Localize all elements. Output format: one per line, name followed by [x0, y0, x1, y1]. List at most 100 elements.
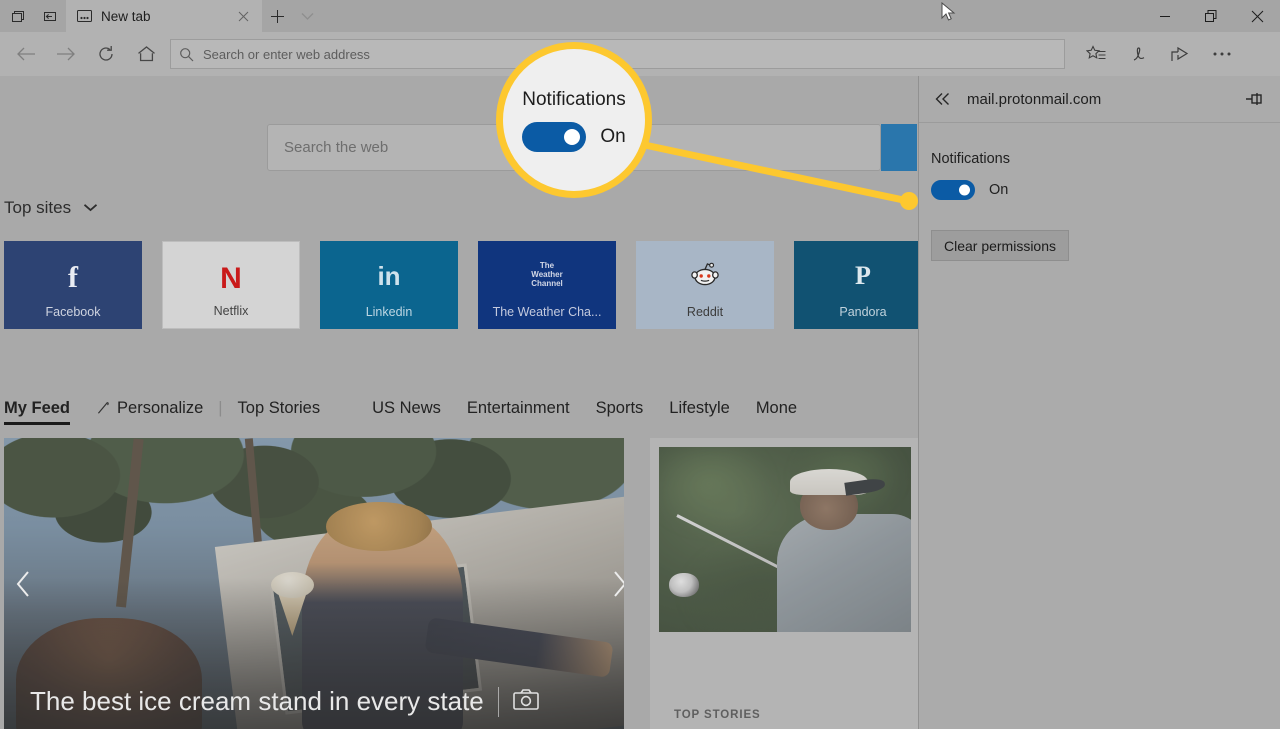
tile-reddit[interactable]: Reddit	[636, 241, 774, 329]
tile-pandora[interactable]: P Pandora	[794, 241, 932, 329]
title-bar: New tab	[0, 0, 1280, 32]
pandora-icon: P	[855, 261, 871, 290]
netflix-icon: N	[220, 262, 242, 295]
linkedin-icon: in	[377, 261, 401, 291]
tile-linkedin[interactable]: in Linkedin	[320, 241, 458, 329]
feed-personalize-label: Personalize	[117, 398, 204, 417]
feed-tab-my-feed[interactable]: My Feed	[0, 399, 83, 425]
ellipsis-icon	[1213, 52, 1231, 56]
feed-separator: |	[218, 398, 223, 417]
card-kicker: TOP STORIES	[674, 709, 761, 721]
weather-channel-icon: The Weather Channel	[531, 261, 563, 288]
newtab-icon	[76, 9, 93, 23]
close-icon[interactable]	[232, 5, 254, 27]
notifications-toggle[interactable]	[931, 180, 975, 200]
mouse-cursor	[941, 2, 956, 21]
close-button[interactable]	[1234, 0, 1280, 32]
tile-label: Pandora	[839, 305, 887, 319]
back-button[interactable]	[6, 36, 46, 72]
tab-new-tab[interactable]: New tab	[66, 0, 262, 32]
clear-permissions-label: Clear permissions	[943, 237, 1057, 254]
home-icon	[137, 46, 155, 62]
facebook-icon: f	[68, 261, 78, 294]
navigation-toolbar: Search or enter web address	[0, 32, 1280, 76]
hero-title-row: The best ice cream stand in every state	[30, 686, 584, 717]
divider	[497, 686, 499, 717]
hero-next-button[interactable]	[602, 557, 624, 611]
callout-label: Notifications	[522, 88, 626, 110]
search-icon	[180, 47, 194, 61]
tab-title: New tab	[101, 8, 151, 24]
minimize-button[interactable]	[1142, 0, 1188, 32]
feed-tab-sports[interactable]: Sports	[583, 399, 657, 418]
new-tab-button[interactable]	[262, 0, 292, 32]
minimize-icon	[1160, 16, 1170, 17]
feed-tab-money[interactable]: Mone	[743, 399, 810, 418]
tile-label: Linkedin	[365, 305, 413, 319]
toggle-knob	[959, 184, 970, 196]
forward-arrow-icon	[57, 47, 75, 61]
feed-tab-top-stories[interactable]: Top Stories	[225, 399, 334, 418]
tab-options-button[interactable]	[292, 0, 322, 32]
hero-prev-button[interactable]	[6, 557, 40, 611]
feed-tab-entertainment[interactable]: Entertainment	[454, 399, 583, 418]
pen-icon	[1133, 47, 1145, 61]
close-icon	[1251, 10, 1263, 22]
pin-icon	[1246, 93, 1262, 105]
feed-tab-lifestyle[interactable]: Lifestyle	[656, 399, 743, 418]
tile-the-weather-channel[interactable]: The Weather Channel The Weather Cha...	[478, 241, 616, 329]
pencil-icon	[97, 401, 109, 414]
window-drag-region	[322, 0, 1142, 32]
feed-tab-us-news[interactable]: US News	[359, 399, 454, 418]
toggle-knob	[564, 128, 581, 145]
tile-label: Facebook	[45, 305, 101, 319]
pane-body: Notifications On Clear permissions	[919, 123, 1280, 261]
callout-toggle-row: On	[522, 121, 626, 152]
permission-toggle-row: On	[931, 180, 1280, 200]
restore-icon	[1205, 10, 1217, 22]
set-tabs-aside-icon	[43, 12, 56, 21]
favorites-button[interactable]	[1075, 36, 1117, 72]
callout-state-label: On	[600, 125, 626, 147]
hero-title: The best ice cream stand in every state	[30, 686, 484, 716]
top-sites-header: Top sites	[4, 198, 98, 218]
top-sites-label: Top sites	[4, 198, 72, 217]
search-submit-button[interactable]	[881, 124, 917, 171]
more-button[interactable]	[1201, 36, 1243, 72]
golf-photo	[659, 447, 911, 632]
chevron-right-icon	[613, 570, 624, 597]
tile-label: Reddit	[686, 305, 724, 319]
pane-back-button[interactable]	[925, 82, 961, 116]
pane-url: mail.protonmail.com	[967, 90, 1102, 108]
top-sites-tiles: f Facebook N Netflix in Linkedin The Weat…	[4, 241, 932, 329]
tile-netflix[interactable]: N Netflix	[162, 241, 300, 329]
site-permissions-pane: mail.protonmail.com Notifications On Cle…	[918, 76, 1280, 729]
web-note-button[interactable]	[1117, 36, 1159, 72]
refresh-button[interactable]	[86, 36, 126, 72]
restore-button[interactable]	[1188, 0, 1234, 32]
search-placeholder: Search the web	[284, 139, 389, 156]
tile-label: The Weather Cha...	[492, 305, 602, 319]
refresh-icon	[99, 46, 113, 61]
clear-permissions-button[interactable]: Clear permissions	[931, 230, 1069, 261]
chevron-left-icon	[16, 570, 29, 597]
address-placeholder: Search or enter web address	[203, 46, 370, 62]
chevron-down-icon[interactable]	[83, 199, 98, 217]
permission-label: Notifications	[931, 151, 1010, 167]
tab-preview-button[interactable]	[0, 0, 33, 32]
home-button[interactable]	[126, 36, 166, 72]
forward-button[interactable]	[46, 36, 86, 72]
share-button[interactable]	[1159, 36, 1201, 72]
pane-pin-button[interactable]	[1238, 83, 1270, 115]
plus-icon	[270, 9, 284, 23]
back-arrow-icon	[17, 47, 35, 61]
set-tabs-aside-button[interactable]	[33, 0, 66, 32]
pane-header: mail.protonmail.com	[919, 76, 1280, 123]
top-stories-card[interactable]: TOP STORIES Tiger Tracker: Woods trying …	[650, 438, 920, 729]
tile-facebook[interactable]: f Facebook	[4, 241, 142, 329]
double-chevron-left-icon	[935, 93, 949, 105]
feed-personalize-button[interactable]: Personalize	[83, 399, 216, 418]
favorites-star-icon	[1085, 44, 1105, 59]
hero-card[interactable]: The best ice cream stand in every state	[4, 438, 624, 729]
toolbar-actions	[1075, 36, 1243, 72]
